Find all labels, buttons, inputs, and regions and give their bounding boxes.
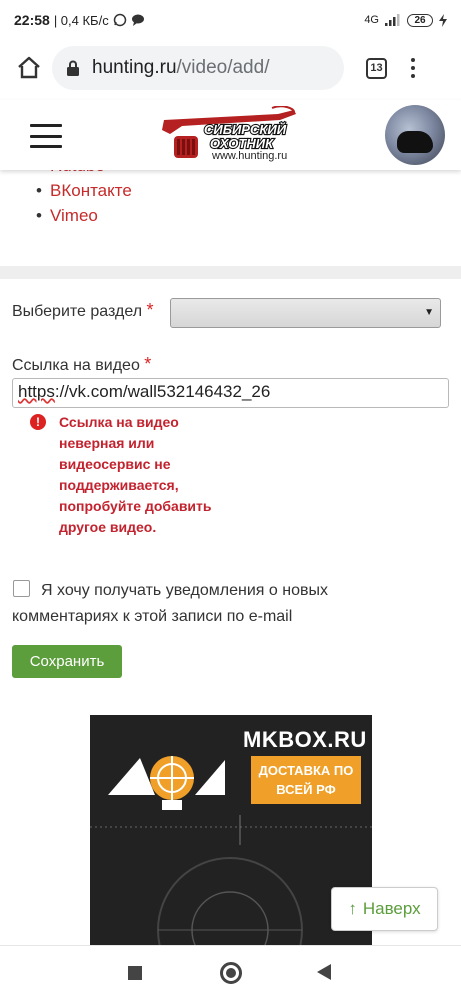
list-item: Vimeo	[36, 203, 461, 228]
url-path: /video/add/	[176, 57, 270, 78]
chat-icon	[131, 14, 144, 26]
service-link-vkontakte[interactable]: ВКонтакте	[50, 181, 132, 200]
address-bar[interactable]: hunting.ru /video/add/	[52, 46, 344, 90]
section-divider	[0, 266, 461, 279]
home-nav-icon[interactable]	[220, 962, 242, 984]
status-network-speed: | 0,4 КБ/с	[53, 12, 109, 28]
ad-banner[interactable]: MKBOX.RU ДОСТАВКА ПО ВСЕЙ РФ	[90, 715, 372, 945]
charging-icon	[439, 13, 447, 27]
notify-label: Я хочу получать уведомления о новых комм…	[12, 582, 328, 625]
input-value-prefix: https	[18, 382, 55, 401]
video-link-label-text: Ссылка на видео	[12, 357, 140, 374]
arrow-up-icon: ↑	[348, 899, 357, 918]
back-to-top-button[interactable]: ↑ Наверх	[331, 887, 438, 931]
ad-logo-icon	[108, 756, 225, 810]
input-value-rest: ://vk.com/wall532146432_26	[54, 382, 271, 401]
dropdown-arrow-icon: ▼	[424, 307, 434, 318]
ad-scope-graphic	[90, 815, 372, 945]
status-time: 22:58	[14, 12, 50, 28]
logo-line-2: ОХОТНИК	[210, 136, 274, 151]
url-host: hunting.ru	[92, 57, 177, 78]
back-to-top-label: Наверх	[362, 899, 421, 918]
system-nav-bar	[0, 945, 461, 1000]
battery-icon: 26	[407, 13, 433, 27]
list-item: ВКонтакте	[36, 178, 461, 203]
lock-icon	[67, 60, 79, 76]
section-select[interactable]: ▼	[170, 298, 441, 328]
service-link-vimeo[interactable]: Vimeo	[50, 206, 98, 225]
ad-brand: MKBOX.RU	[243, 727, 367, 752]
video-link-input[interactable]: https://vk.com/wall532146432_26	[12, 378, 449, 408]
signal-icon	[385, 14, 400, 26]
section-label-text: Выберите раздел	[12, 303, 143, 320]
required-mark: *	[144, 354, 152, 374]
status-bar: 22:58 | 0,4 КБ/с 4G 26	[0, 0, 461, 40]
save-button[interactable]: Сохранить	[12, 645, 122, 678]
hamburger-menu-icon[interactable]	[30, 124, 62, 148]
ad-delivery-text: ДОСТАВКА ПО ВСЕЙ РФ	[251, 756, 361, 804]
required-mark: *	[146, 300, 154, 320]
page-content: Rutube ВКонтакте Vimeo	[0, 153, 461, 228]
section-label: Выберите раздел *	[12, 300, 154, 321]
tab-switcher-button[interactable]: 13	[366, 57, 387, 79]
browser-menu-icon[interactable]	[411, 58, 415, 78]
video-link-label: Ссылка на видео *	[12, 354, 151, 375]
notify-checkbox[interactable]	[13, 580, 30, 597]
logo-line-1: СИБИРСКИЙ	[204, 121, 287, 137]
logo-url-text: www.hunting.ru	[212, 150, 288, 162]
signal-type: 4G	[364, 14, 379, 26]
back-nav-icon[interactable]	[317, 964, 331, 980]
user-avatar[interactable]	[385, 105, 445, 165]
recent-apps-icon[interactable]	[128, 966, 142, 980]
error-text: Ссылка на видео неверная или видеосервис…	[59, 414, 212, 535]
whatsapp-icon	[113, 13, 126, 27]
error-icon: !	[30, 414, 46, 430]
home-icon[interactable]	[16, 55, 42, 81]
browser-toolbar: hunting.ru /video/add/ 13	[0, 40, 461, 96]
